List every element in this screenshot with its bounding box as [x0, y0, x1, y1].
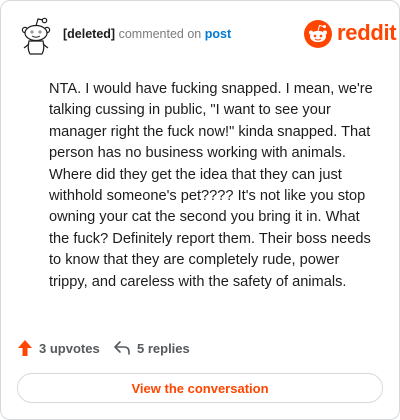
- reply-arrow-icon: [114, 341, 130, 355]
- comment-card: [deleted] commented on post reddit NTA. …: [0, 0, 400, 420]
- upvote-arrow-icon: [18, 340, 32, 356]
- upvote-button[interactable]: 3 upvotes: [17, 337, 100, 359]
- replies-button[interactable]: 5 replies: [113, 337, 190, 359]
- action-text: commented on: [118, 27, 202, 41]
- comment-header: [deleted] commented on post reddit: [15, 13, 397, 57]
- author-name[interactable]: [deleted]: [63, 27, 115, 41]
- replies-count: 5 replies: [137, 340, 190, 356]
- view-conversation-button[interactable]: View the conversation: [17, 373, 383, 403]
- comment-meta: [deleted] commented on post: [63, 27, 231, 41]
- reddit-brand[interactable]: reddit: [303, 19, 397, 49]
- snoo-avatar-icon: [21, 17, 51, 55]
- post-link[interactable]: post: [205, 27, 231, 41]
- reddit-wordmark: reddit: [337, 20, 397, 45]
- comment-body: NTA. I would have fucking snapped. I mea…: [49, 81, 373, 290]
- reddit-logo-icon: [304, 20, 332, 48]
- upvotes-count: 3 upvotes: [39, 340, 100, 356]
